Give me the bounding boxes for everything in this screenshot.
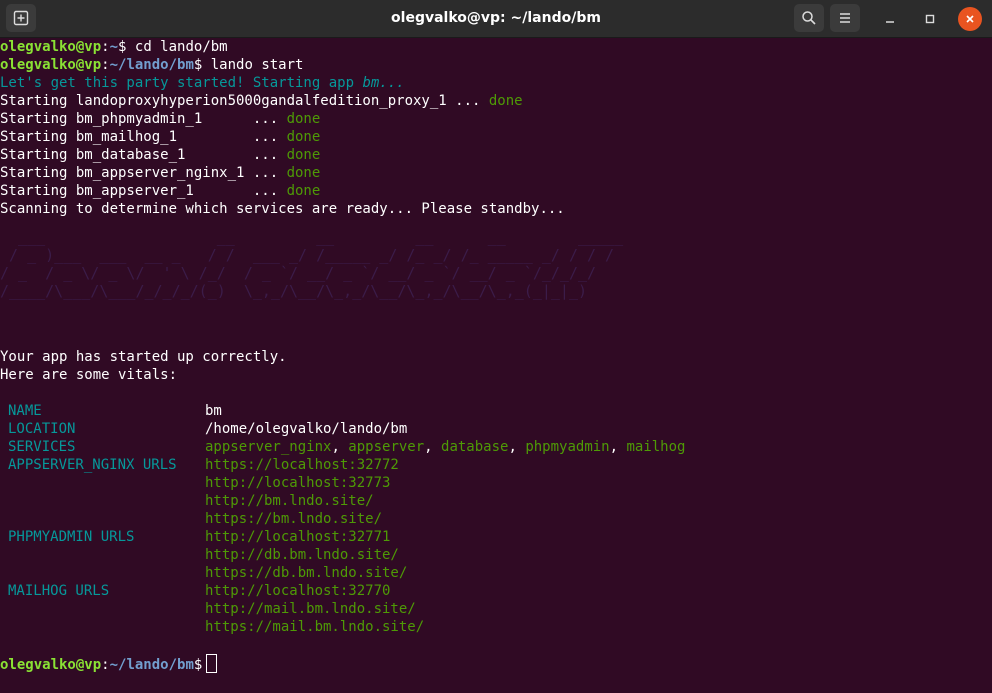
list-separator: , [609, 439, 627, 455]
starting-text: Starting bm_phpmyadmin_1 ... [0, 111, 287, 127]
vitals-row-location: LOCATION /home/olegvalko/lando/bm [8, 420, 685, 438]
list-separator: , [331, 439, 349, 455]
title-bar: olegvalko@vp: ~/lando/bm [0, 0, 992, 38]
starting-line: Starting bm_appserver_nginx_1 ... done [0, 164, 992, 182]
minimize-icon [886, 21, 894, 23]
vitals-header: Here are some vitals: [0, 367, 178, 383]
vitals-key: APPSERVER_NGINX URLS [8, 457, 177, 473]
vitals-row-phpmyadmin: https://db.bm.lndo.site/ [8, 564, 685, 582]
final-prompt[interactable]: olegvalko@vp:~/lando/bm$ [0, 654, 218, 673]
service-item: appserver_nginx [205, 439, 332, 455]
status-done: done [286, 147, 321, 163]
hamburger-menu-icon [840, 13, 850, 23]
vitals-key: PHPMYADMIN URLS [8, 529, 135, 545]
intro-text: Let's get this party started! Starting a… [0, 75, 363, 91]
url-link[interactable]: http://mail.bm.lndo.site/ [205, 600, 685, 618]
starting-text: Starting landoproxyhyperion5000gandalfed… [0, 93, 489, 109]
url-link[interactable]: http://localhost:32773 [205, 474, 685, 492]
search-icon [802, 11, 816, 25]
starting-line: Starting bm_mailhog_1 ... done [0, 128, 992, 146]
prompt-separator: : [101, 57, 110, 73]
url-link[interactable]: https://mail.bm.lndo.site/ [205, 618, 685, 636]
vitals-row-phpmyadmin: PHPMYADMIN URLS http://localhost:32771 [8, 528, 685, 546]
list-separator: , [424, 439, 442, 455]
vitals-row-nginx: http://bm.lndo.site/ [8, 492, 685, 510]
status-done: done [286, 183, 321, 199]
scanning-line: Scanning to determine which services are… [0, 201, 565, 217]
new-tab-button[interactable] [6, 4, 36, 32]
status-done: done [286, 111, 321, 127]
new-tab-icon [13, 10, 29, 26]
starting-text: Starting bm_appserver_nginx_1 ... [0, 165, 287, 181]
starting-line: Starting bm_database_1 ... done [0, 146, 992, 164]
command-line-1: olegvalko@vp:~$ cd lando/bm [0, 38, 992, 56]
vitals-row-mailhog: http://mail.bm.lndo.site/ [8, 600, 685, 618]
url-link[interactable]: https://localhost:32772 [205, 456, 685, 474]
ascii-art-banner: ___ __ __ __ __ _____ / _ )___ ___ __ _ … [0, 228, 624, 300]
url-link[interactable]: https://db.bm.lndo.site/ [205, 564, 685, 582]
starting-line: Starting bm_phpmyadmin_1 ... done [0, 110, 992, 128]
vitals-value: /home/olegvalko/lando/bm [205, 421, 408, 437]
prompt-user-host: olegvalko@vp [0, 39, 102, 55]
url-link[interactable]: http://localhost:32771 [205, 528, 685, 546]
vitals-row-name: NAME bm [8, 402, 685, 420]
command-line-2: olegvalko@vp:~/lando/bm$ lando start [0, 56, 992, 74]
intro-line: Let's get this party started! Starting a… [0, 74, 992, 92]
service-item: appserver [348, 439, 425, 455]
prompt-user-host: olegvalko@vp [0, 57, 102, 73]
vitals-key: LOCATION [8, 421, 76, 437]
service-item: mailhog [626, 439, 686, 455]
starting-text: Starting bm_database_1 ... [0, 147, 287, 163]
vitals-value: bm [205, 403, 222, 419]
prompt-path: ~ [109, 39, 119, 55]
command-text: lando start [202, 57, 304, 73]
service-item: phpmyadmin [525, 439, 610, 455]
vitals-table: NAME bm LOCATION /home/olegvalko/lando/b… [8, 402, 685, 636]
vitals-value: appserver_nginx, appserver, database, ph… [205, 438, 685, 456]
command-text: cd lando/bm [126, 39, 228, 55]
intro-ellipsis: ... [379, 75, 405, 91]
vitals-row-nginx: https://bm.lndo.site/ [8, 510, 685, 528]
search-button[interactable] [794, 4, 824, 32]
prompt-separator: : [101, 657, 110, 673]
starting-line: Starting landoproxyhyperion5000gandalfed… [0, 92, 992, 110]
started-message: Your app has started up correctly. [0, 349, 287, 365]
terminal-output[interactable]: olegvalko@vp:~$ cd lando/bm olegvalko@vp… [0, 38, 992, 693]
vitals-key: MAILHOG URLS [8, 583, 110, 599]
text-cursor [206, 654, 218, 673]
prompt-symbol: $ [193, 657, 203, 673]
intro-app-name: bm [362, 75, 380, 91]
prompt-path: ~/lando/bm [109, 657, 194, 673]
list-separator: , [508, 439, 526, 455]
prompt-path: ~/lando/bm [109, 57, 194, 73]
vitals-row-phpmyadmin: http://db.bm.lndo.site/ [8, 546, 685, 564]
vitals-row-nginx: http://localhost:32773 [8, 474, 685, 492]
starting-line: Starting bm_appserver_1 ... done [0, 182, 992, 200]
starting-text: Starting bm_mailhog_1 ... [0, 129, 287, 145]
url-link[interactable]: http://localhost:32770 [205, 582, 685, 600]
close-icon [966, 15, 974, 23]
maximize-button[interactable] [918, 7, 942, 31]
status-done: done [286, 129, 321, 145]
url-link[interactable]: https://bm.lndo.site/ [205, 510, 685, 528]
vitals-key: NAME [8, 403, 42, 419]
vitals-row-nginx: APPSERVER_NGINX URLS https://localhost:3… [8, 456, 685, 474]
url-link[interactable]: http://db.bm.lndo.site/ [205, 546, 685, 564]
maximize-icon [925, 14, 935, 24]
status-done: done [286, 165, 321, 181]
prompt-separator: : [101, 39, 110, 55]
vitals-row-mailhog: https://mail.bm.lndo.site/ [8, 618, 685, 636]
status-done: done [488, 93, 523, 109]
url-link[interactable]: http://bm.lndo.site/ [205, 492, 685, 510]
close-button[interactable] [958, 7, 982, 31]
minimize-button[interactable] [878, 7, 902, 31]
starting-text: Starting bm_appserver_1 ... [0, 183, 287, 199]
menu-button[interactable] [830, 4, 860, 32]
vitals-key: SERVICES [8, 439, 76, 455]
vitals-row-mailhog: MAILHOG URLS http://localhost:32770 [8, 582, 685, 600]
service-item: database [441, 439, 509, 455]
prompt-user-host: olegvalko@vp [0, 657, 102, 673]
vitals-row-services: SERVICES appserver_nginx, appserver, dat… [8, 438, 685, 456]
